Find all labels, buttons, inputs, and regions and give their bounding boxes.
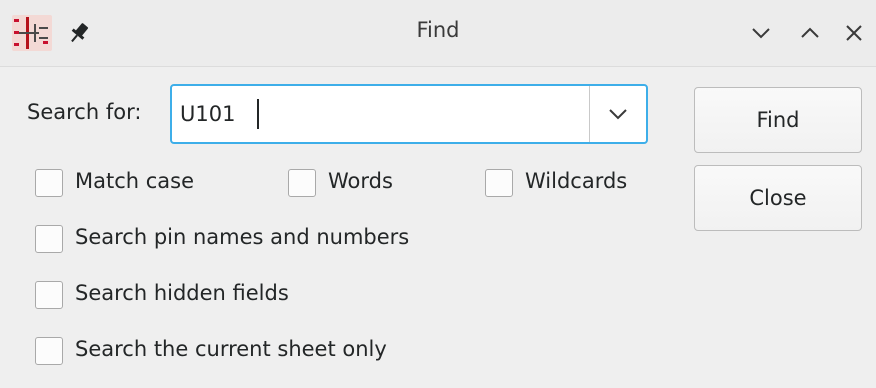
find-dialog: Find Search for: Find xyxy=(0,0,876,388)
wildcards-checkbox[interactable]: Wildcards xyxy=(485,168,645,200)
search-combobox[interactable] xyxy=(170,84,648,144)
checkbox-box[interactable] xyxy=(35,169,63,197)
search-for-label: Search for: xyxy=(27,100,142,124)
close-window-button[interactable] xyxy=(840,19,868,47)
chevron-up-icon xyxy=(801,27,819,38)
find-button[interactable]: Find xyxy=(694,87,862,153)
search-history-dropdown[interactable] xyxy=(590,86,646,142)
search-hidden-fields-label: Search hidden fields xyxy=(75,281,289,305)
search-current-sheet-checkbox[interactable]: Search the current sheet only xyxy=(35,336,455,368)
checkbox-box[interactable] xyxy=(35,281,63,309)
words-label: Words xyxy=(328,169,393,193)
title-bar[interactable]: Find xyxy=(0,0,876,67)
window-title: Find xyxy=(416,18,460,42)
close-icon xyxy=(846,25,862,41)
words-checkbox[interactable]: Words xyxy=(288,168,418,200)
search-input[interactable] xyxy=(180,96,585,132)
checkbox-box[interactable] xyxy=(35,337,63,365)
match-case-label: Match case xyxy=(75,169,195,193)
checkbox-box[interactable] xyxy=(288,169,316,197)
wildcards-label: Wildcards xyxy=(525,169,628,193)
minimize-button[interactable] xyxy=(747,19,775,47)
match-case-checkbox[interactable]: Match case xyxy=(35,168,225,200)
checkbox-box[interactable] xyxy=(485,169,513,197)
search-current-sheet-label: Search the current sheet only xyxy=(75,337,387,361)
search-hidden-fields-checkbox[interactable]: Search hidden fields xyxy=(35,280,335,312)
chevron-down-icon xyxy=(609,109,627,120)
text-caret xyxy=(257,99,259,129)
search-pin-names-label: Search pin names and numbers xyxy=(75,225,410,249)
maximize-button[interactable] xyxy=(796,19,824,47)
search-pin-names-checkbox[interactable]: Search pin names and numbers xyxy=(35,224,475,256)
checkbox-box[interactable] xyxy=(35,225,63,253)
close-button[interactable]: Close xyxy=(694,165,862,231)
chevron-down-icon xyxy=(752,28,770,39)
